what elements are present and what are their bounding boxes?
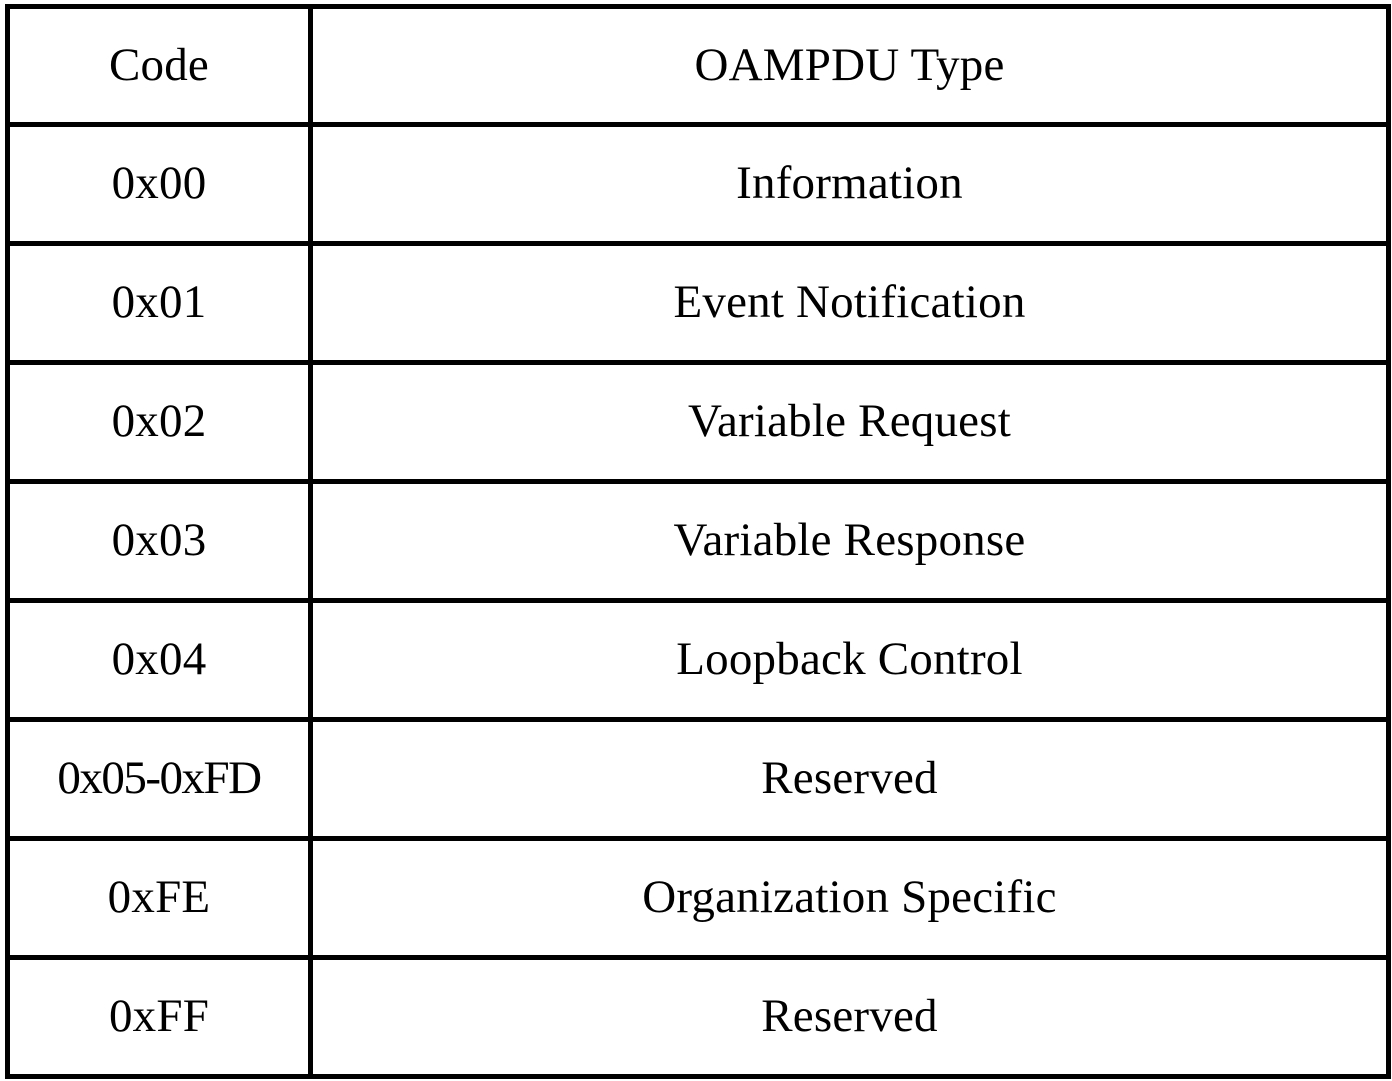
cell-code: 0x04 [5,598,313,722]
table-header-row: Code OAMPDU Type [5,4,1391,127]
table-row: 0x04 Loopback Control [5,598,1391,722]
cell-code: 0x01 [5,241,313,365]
cell-oampdu-type: Information [308,122,1391,246]
cell-code: 0xFF [5,955,313,1079]
cell-oampdu-type: Reserved [308,955,1391,1079]
cell-code: 0x03 [5,479,313,603]
cell-oampdu-type: Loopback Control [308,598,1391,722]
table-row: 0x00 Information [5,122,1391,246]
table-row: 0x02 Variable Request [5,360,1391,484]
cell-oampdu-type: Variable Request [308,360,1391,484]
column-header-code: Code [5,4,313,127]
table-row: 0x01 Event Notification [5,241,1391,365]
cell-oampdu-type: Organization Specific [308,836,1391,960]
document-page: Code OAMPDU Type 0x00 Information 0x01 E… [0,0,1392,1081]
oampdu-type-table: Code OAMPDU Type 0x00 Information 0x01 E… [5,4,1391,1079]
table-row: 0x05-0xFD Reserved [5,717,1391,841]
cell-code: 0x05-0xFD [5,717,313,841]
cell-oampdu-type: Event Notification [308,241,1391,365]
cell-code: 0x02 [5,360,313,484]
column-header-oampdu-type: OAMPDU Type [308,4,1391,127]
table-row: 0xFE Organization Specific [5,836,1391,960]
cell-oampdu-type: Reserved [308,717,1391,841]
table-body: 0x00 Information 0x01 Event Notification… [5,122,1391,1079]
table-row: 0xFF Reserved [5,955,1391,1079]
cell-code: 0x00 [5,122,313,246]
table-header: Code OAMPDU Type [5,4,1391,127]
cell-oampdu-type: Variable Response [308,479,1391,603]
cell-code: 0xFE [5,836,313,960]
table-row: 0x03 Variable Response [5,479,1391,603]
